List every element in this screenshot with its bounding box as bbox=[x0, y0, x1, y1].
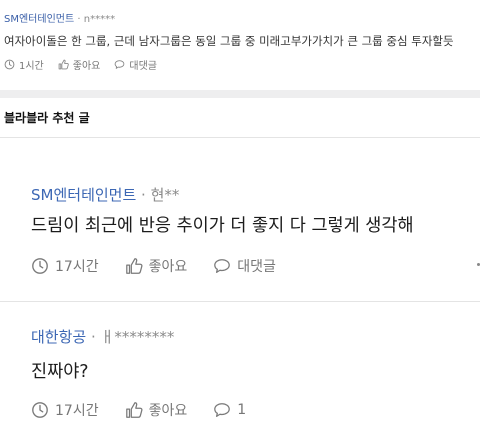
top-post-like-button[interactable]: 좋아요 bbox=[58, 57, 101, 72]
post-card[interactable]: 대한항공 · ㅐ******** 진짜야? 17시간 좋아요 1 bbox=[0, 312, 480, 440]
post-body[interactable]: 드림이 최근에 반응 추이가 더 좋지 다 그렇게 생각해 bbox=[31, 212, 414, 237]
section-divider bbox=[0, 90, 480, 98]
top-post[interactable]: SM엔터테인먼트 · n***** 여자아이돌은 한 그룹, 근데 남자그룹은 … bbox=[0, 0, 480, 88]
top-post-author-line: SM엔터테인먼트 · n***** bbox=[4, 10, 115, 25]
post-actions: 17시간 좋아요 1 bbox=[31, 400, 246, 420]
reply-button[interactable]: 대댓글 bbox=[213, 256, 276, 276]
post-time-label: 17시간 bbox=[55, 259, 99, 275]
top-post-company[interactable]: SM엔터테인먼트 bbox=[4, 14, 74, 25]
post-actions: 17시간 좋아요 대댓글 bbox=[31, 256, 276, 276]
post-card[interactable]: SM엔터테인먼트 · 현** 드림이 최근에 반응 추이가 더 좋지 다 그렇게… bbox=[0, 160, 480, 300]
like-button[interactable]: 좋아요 bbox=[125, 400, 188, 420]
comment-count: 1 bbox=[237, 402, 247, 418]
thumbs-up-icon bbox=[58, 59, 69, 70]
top-post-author: · n***** bbox=[77, 14, 116, 25]
post-author: · 현** bbox=[141, 186, 180, 204]
post-author: · ㅐ******** bbox=[90, 328, 175, 346]
like-label: 좋아요 bbox=[148, 259, 188, 275]
thumbs-up-icon bbox=[125, 258, 143, 274]
clock-icon bbox=[32, 402, 48, 418]
top-post-reply-button[interactable]: 대댓글 bbox=[114, 57, 157, 72]
top-post-time: 1시간 bbox=[4, 57, 44, 72]
comment-button[interactable]: 1 bbox=[213, 401, 246, 419]
speech-bubble-icon bbox=[214, 259, 231, 273]
top-post-actions: 1시간 좋아요 대댓글 bbox=[4, 57, 157, 72]
post-time: 17시간 bbox=[31, 256, 99, 276]
top-post-body[interactable]: 여자아이돌은 한 그룹, 근데 남자그룹은 동일 그룹 중 미래고부가가치가 큰… bbox=[4, 33, 454, 49]
like-button[interactable]: 좋아요 bbox=[125, 256, 188, 276]
top-post-time-label: 1시간 bbox=[19, 61, 44, 72]
post-author-line: 대한항공 · ㅐ******** bbox=[31, 326, 174, 347]
like-label: 좋아요 bbox=[148, 403, 188, 419]
speech-bubble-icon bbox=[115, 60, 125, 69]
post-company[interactable]: 대한항공 bbox=[31, 328, 86, 346]
speech-bubble-icon bbox=[214, 403, 231, 417]
reply-label: 대댓글 bbox=[237, 259, 276, 275]
post-company[interactable]: SM엔터테인먼트 bbox=[31, 186, 136, 204]
post-author-line: SM엔터테인먼트 · 현** bbox=[31, 184, 179, 205]
clock-icon bbox=[32, 258, 48, 274]
post-time: 17시간 bbox=[31, 400, 99, 420]
divider-line bbox=[0, 137, 480, 138]
divider-line bbox=[0, 301, 480, 302]
post-time-label: 17시간 bbox=[55, 403, 99, 419]
clock-icon bbox=[4, 59, 15, 70]
post-body[interactable]: 진짜야? bbox=[31, 358, 89, 383]
top-post-like-label: 좋아요 bbox=[72, 61, 101, 72]
top-post-reply-label: 대댓글 bbox=[129, 61, 157, 72]
thumbs-up-icon bbox=[125, 402, 143, 418]
section-title: 블라블라 추천 글 bbox=[4, 111, 90, 125]
